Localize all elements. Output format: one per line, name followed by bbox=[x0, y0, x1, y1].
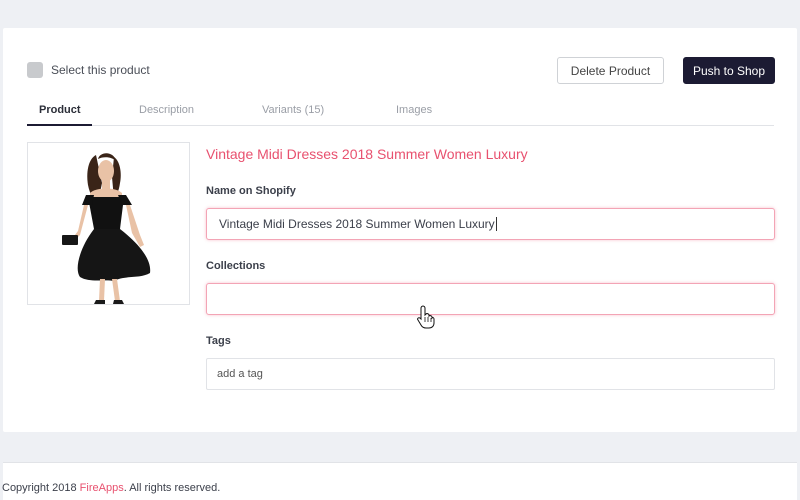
tab-product[interactable]: Product bbox=[39, 104, 81, 116]
name-on-shopify-value: Vintage Midi Dresses 2018 Summer Women L… bbox=[219, 217, 495, 231]
delete-product-button[interactable]: Delete Product bbox=[557, 57, 664, 84]
footer-bar bbox=[3, 462, 797, 500]
footer-brand-link[interactable]: FireApps bbox=[80, 482, 124, 494]
product-card: Select this product Delete Product Push … bbox=[3, 28, 797, 432]
text-caret bbox=[495, 217, 497, 231]
tags-label: Tags bbox=[206, 335, 231, 347]
tab-description[interactable]: Description bbox=[139, 104, 194, 116]
collections-label: Collections bbox=[206, 260, 266, 272]
tags-placeholder: add a tag bbox=[217, 368, 263, 380]
collections-input[interactable] bbox=[206, 283, 775, 315]
product-image bbox=[27, 142, 190, 305]
footer-suffix: . All rights reserved. bbox=[123, 482, 221, 494]
select-product-row[interactable]: Select this product bbox=[27, 62, 150, 78]
dress-photo-icon bbox=[28, 143, 189, 304]
name-on-shopify-label: Name on Shopify bbox=[206, 185, 296, 197]
name-on-shopify-input[interactable]: Vintage Midi Dresses 2018 Summer Women L… bbox=[206, 208, 775, 240]
product-tabs: Product Description Variants (15) Images bbox=[27, 100, 774, 126]
tab-variants[interactable]: Variants (15) bbox=[262, 104, 324, 116]
tab-images[interactable]: Images bbox=[396, 104, 432, 116]
product-title: Vintage Midi Dresses 2018 Summer Women L… bbox=[206, 146, 528, 162]
select-product-label: Select this product bbox=[51, 63, 150, 77]
select-product-checkbox[interactable] bbox=[27, 62, 43, 78]
footer-prefix: Copyright 2018 bbox=[2, 482, 80, 494]
hand-pointer-icon bbox=[417, 305, 435, 329]
push-to-shop-button[interactable]: Push to Shop bbox=[683, 57, 775, 84]
footer-copyright: Copyright 2018 FireApps. All rights rese… bbox=[2, 482, 220, 494]
active-tab-indicator bbox=[27, 124, 92, 126]
tags-input[interactable]: add a tag bbox=[206, 358, 775, 390]
